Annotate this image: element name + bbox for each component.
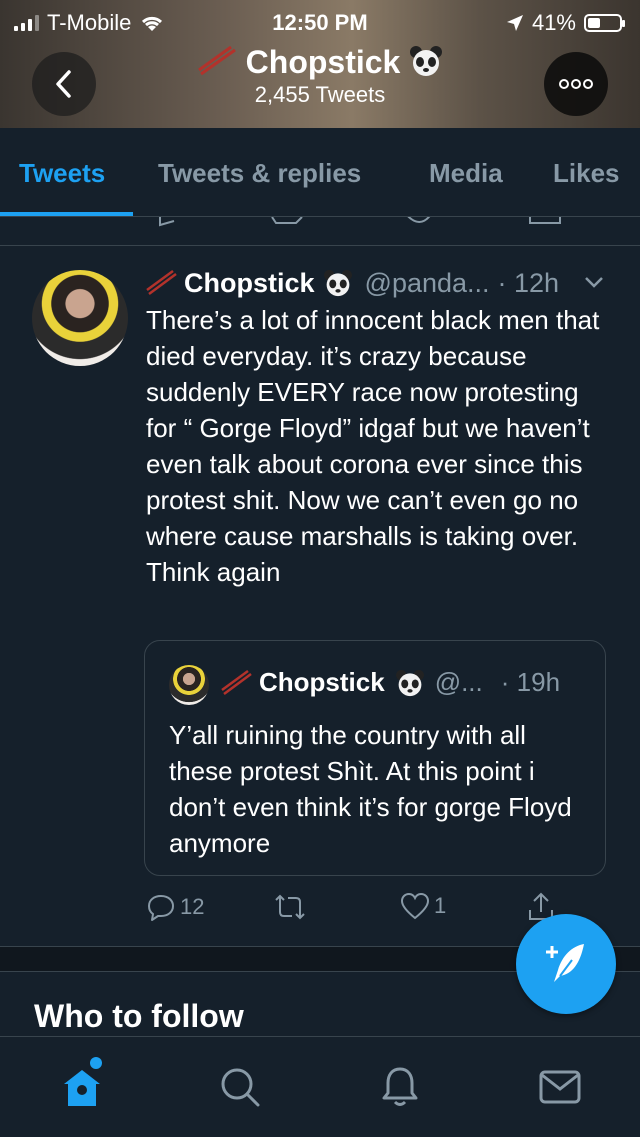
more-horizontal-icon xyxy=(559,79,593,89)
chevron-down-icon[interactable] xyxy=(582,270,606,294)
tweet[interactable]: Chopstick @panda... · 12h There’s a lot … xyxy=(0,246,640,946)
bell-icon xyxy=(382,1067,418,1106)
retweet-icon xyxy=(275,894,305,920)
tweet-text: There’s a lot of innocent black men that… xyxy=(146,305,600,587)
chopsticks-icon xyxy=(146,270,177,296)
notification-dot xyxy=(90,1057,102,1069)
like-count: 1 xyxy=(434,893,447,918)
previous-tweet-actions xyxy=(0,217,640,246)
nav-notifications[interactable] xyxy=(376,1063,424,1111)
reply-icon xyxy=(148,895,174,921)
chopsticks-icon xyxy=(197,45,236,76)
quoted-tweet-text: Y’all ruining the country with all these… xyxy=(169,720,572,858)
bottom-nav xyxy=(0,1036,640,1137)
panda-icon xyxy=(323,269,352,297)
battery-fill xyxy=(588,18,601,28)
author-handle[interactable]: @panda... xyxy=(365,268,490,299)
compose-tweet-button[interactable] xyxy=(516,914,616,1014)
tab-media[interactable]: Media xyxy=(429,158,503,189)
compose-feather-icon xyxy=(546,944,584,982)
quoted-author-handle: @... xyxy=(434,667,483,697)
quoted-author-name: Chopstick xyxy=(259,667,385,697)
panda-icon xyxy=(395,669,424,696)
active-tab-indicator xyxy=(0,212,133,216)
status-bar: T-Mobile 12:50 PM 41% xyxy=(0,6,640,36)
tab-likes[interactable]: Likes xyxy=(553,158,620,189)
tab-tweets[interactable]: Tweets xyxy=(19,158,105,189)
profile-name: Chopstick xyxy=(245,44,401,80)
like-button[interactable]: 1 xyxy=(400,892,446,920)
author-name[interactable]: Chopstick xyxy=(184,268,315,299)
profile-tabs: Tweets Tweets & replies Media Likes xyxy=(0,128,640,217)
retweet-button[interactable] xyxy=(272,892,312,922)
quoted-tweet[interactable]: Chopstick @... · 19h Y’all ruining the c… xyxy=(144,640,606,876)
quoted-tweet-time: · 19h xyxy=(500,667,561,697)
chopsticks-icon xyxy=(221,669,252,695)
tweet-actions: 12 1 xyxy=(146,892,586,932)
home-icon xyxy=(64,1070,100,1106)
clipped-action-icons xyxy=(159,217,561,227)
nav-home[interactable] xyxy=(58,1063,106,1111)
heart-icon xyxy=(400,892,430,920)
more-options-button[interactable] xyxy=(544,52,608,116)
status-right: 41% xyxy=(506,10,625,36)
nav-messages[interactable] xyxy=(536,1063,584,1111)
who-to-follow-heading: Who to follow xyxy=(34,998,244,1034)
quoted-avatar xyxy=(169,665,209,705)
profile-header: T-Mobile 12:50 PM 41% Chopstick 2,455 Tw… xyxy=(0,0,640,128)
tweet-time: · 12h xyxy=(497,267,560,298)
avatar[interactable] xyxy=(32,270,128,366)
nav-search[interactable] xyxy=(216,1063,264,1111)
battery-percent: 41% xyxy=(531,10,576,35)
tweet-author-line: Chopstick @panda... · 12h xyxy=(146,266,616,300)
reply-button[interactable]: 12 xyxy=(146,892,204,922)
mail-icon xyxy=(539,1070,581,1104)
tab-tweets-replies[interactable]: Tweets & replies xyxy=(158,158,361,189)
location-arrow-icon xyxy=(506,15,523,31)
battery-icon xyxy=(584,14,625,32)
quoted-author-line: Chopstick @... · 19h xyxy=(221,667,560,698)
reply-count: 12 xyxy=(180,894,205,919)
panda-icon xyxy=(410,46,443,76)
search-icon xyxy=(221,1068,260,1107)
